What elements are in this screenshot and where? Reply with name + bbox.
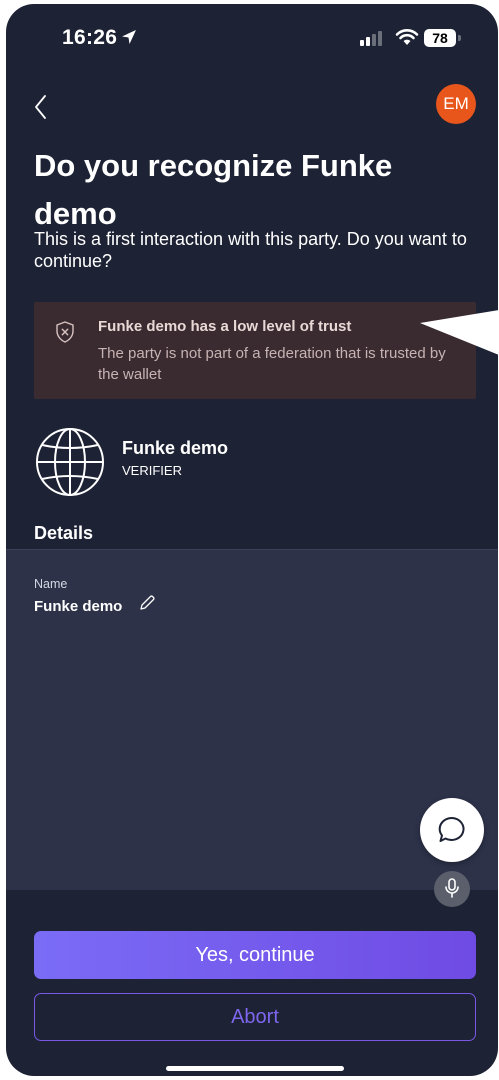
pencil-icon[interactable] xyxy=(138,594,156,612)
chat-button[interactable] xyxy=(420,798,484,862)
details-heading: Details xyxy=(34,523,94,543)
cellular-signal-icon xyxy=(360,31,382,46)
location-arrow-icon xyxy=(122,30,136,44)
avatar[interactable]: EM xyxy=(436,84,476,124)
app-screen: 16:26 78 EM Do you recognize Funke demo … xyxy=(6,4,498,1076)
chevron-left-icon[interactable] xyxy=(30,92,54,122)
party-role: VERIFIER xyxy=(122,463,182,478)
page-title: Do you recognize Funke demo xyxy=(34,148,393,231)
globe-icon xyxy=(36,428,104,496)
shield-x-icon xyxy=(56,321,74,343)
status-bar: 16:26 78 xyxy=(6,4,498,74)
name-field-value: Funke demo xyxy=(34,598,123,615)
status-time: 16:26 xyxy=(62,26,118,49)
microphone-icon xyxy=(445,878,459,898)
warning-text: The party is not part of a federation th… xyxy=(98,345,446,383)
abort-button[interactable]: Abort xyxy=(34,993,476,1041)
warning-title: Funke demo has a low level of trust xyxy=(98,318,352,335)
party-name: Funke demo xyxy=(122,438,229,458)
continue-button[interactable]: Yes, continue xyxy=(34,931,476,979)
battery-level: 78 xyxy=(424,29,456,47)
home-indicator xyxy=(166,1066,344,1071)
microphone-button[interactable] xyxy=(434,871,470,907)
trust-warning-banner: Funke demo has a low level of trust The … xyxy=(34,302,476,399)
wifi-icon xyxy=(395,29,419,45)
page-subtitle: This is a first interaction with this pa… xyxy=(34,229,467,271)
name-field-label: Name xyxy=(34,577,68,591)
chat-bubble-icon xyxy=(438,816,465,842)
